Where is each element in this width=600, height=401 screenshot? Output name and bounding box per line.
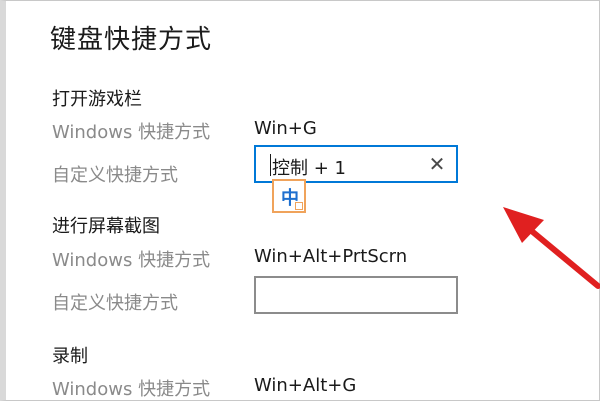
annotation-arrow-icon [503,207,600,289]
